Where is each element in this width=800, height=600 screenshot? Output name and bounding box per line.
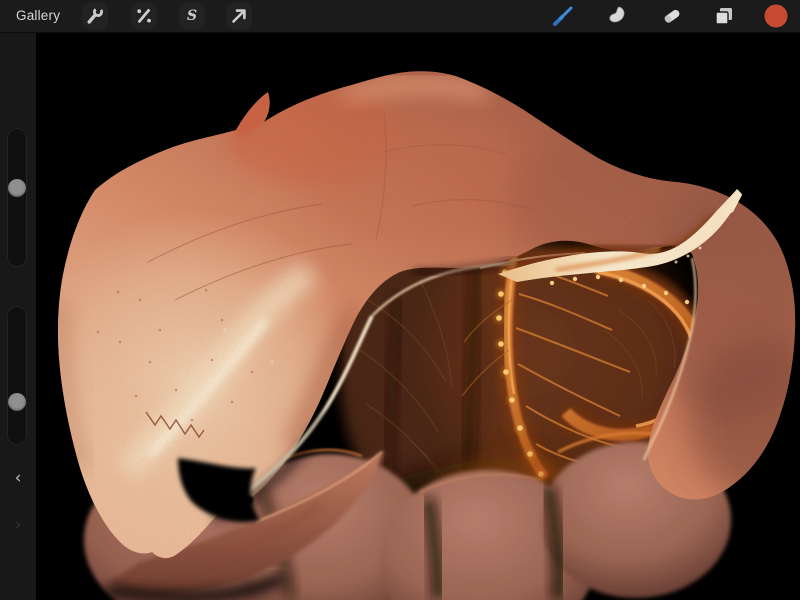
- smudge-tool-button[interactable]: [604, 3, 630, 29]
- painting-app-window: Gallery S: [0, 0, 800, 600]
- opacity-slider[interactable]: [7, 306, 27, 445]
- brush-icon: [551, 4, 575, 28]
- magic-wand-icon: [133, 5, 155, 27]
- opacity-slider-handle[interactable]: [8, 393, 26, 411]
- redo-button[interactable]: ›: [0, 517, 36, 534]
- top-toolbar: Gallery S: [0, 0, 800, 33]
- actions-button[interactable]: [82, 3, 108, 29]
- layers-icon: [712, 4, 736, 28]
- adjustments-button[interactable]: [131, 3, 157, 29]
- selections-button[interactable]: S: [179, 3, 205, 29]
- transform-arrow-icon: [228, 5, 250, 27]
- gallery-button[interactable]: Gallery: [16, 0, 60, 32]
- color-swatch-circle: [763, 3, 789, 29]
- erase-tool-button[interactable]: [659, 3, 685, 29]
- undo-button[interactable]: ‹: [0, 470, 36, 487]
- transform-button[interactable]: [226, 3, 252, 29]
- wrench-icon: [84, 5, 106, 27]
- eraser-icon: [660, 4, 684, 28]
- brush-size-slider[interactable]: [7, 128, 27, 267]
- brush-size-slider-handle[interactable]: [8, 179, 26, 197]
- layers-button[interactable]: [711, 3, 737, 29]
- paint-tool-button[interactable]: [550, 3, 576, 29]
- smudge-finger-icon: [605, 4, 629, 28]
- color-swatch-button[interactable]: [763, 3, 789, 29]
- selection-s-icon: S: [187, 9, 197, 23]
- artwork-painting: [36, 32, 800, 600]
- drawing-canvas[interactable]: [36, 32, 800, 600]
- tool-sidebar: ‹ ›: [0, 32, 36, 600]
